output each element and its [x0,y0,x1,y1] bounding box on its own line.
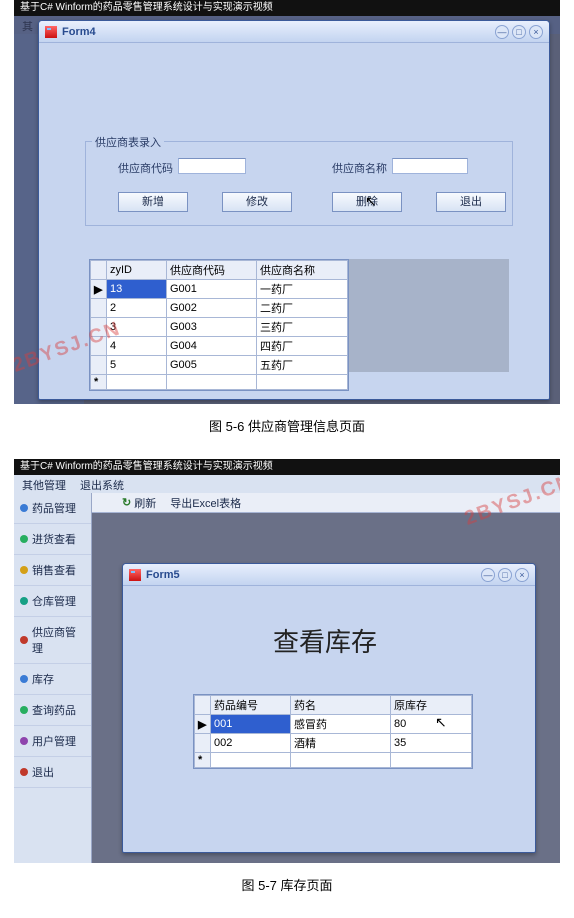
sidebar-item-label: 用户管理 [32,733,76,749]
export-excel-button[interactable]: 导出Excel表格 [170,495,241,511]
col-drug-id[interactable]: 药品编号 [211,696,291,715]
grid-empty-area [349,259,509,372]
sidebar-item-icon [20,706,28,714]
sidebar-item[interactable]: 退出 [14,757,91,788]
groupbox-title: 供应商表录入 [92,134,164,150]
grid-header-row: 药品编号 药名 原库存 [195,696,472,715]
minimize-button[interactable]: — [481,568,495,582]
new-row[interactable]: * [195,753,472,768]
menu-other[interactable]: 其他管理 [22,477,66,491]
sidebar-item-icon [20,636,28,644]
table-row[interactable]: 002酒精35 [195,734,472,753]
sidebar-item[interactable]: 仓库管理 [14,586,91,617]
refresh-icon: ↻ [122,496,131,509]
edit-button[interactable]: 修改 [222,192,292,212]
sidebar-item[interactable]: 供应商管理 [14,617,91,664]
sidebar-item-icon [20,535,28,543]
video-titlebar: 基于C# Winform的药品零售管理系统设计与实现演示视频 [14,0,560,16]
form5-title: Form5 [146,569,481,581]
refresh-button[interactable]: ↻ 刷新 [122,495,156,511]
supplier-entry-groupbox: 供应商表录入 供应商代码 供应商名称 新增 修改 删除 退出 [85,141,513,226]
sidebar-item-icon [20,597,28,605]
form5-titlebar[interactable]: Form5 — □ × [123,564,535,586]
new-row[interactable]: * [91,375,348,390]
table-row[interactable]: 2G002二药厂 [91,299,348,318]
sidebar-item-label: 供应商管理 [32,624,85,656]
sidebar-item-label: 仓库管理 [32,593,76,609]
col-supplier-name[interactable]: 供应商名称 [257,261,348,280]
close-button[interactable]: × [529,25,543,39]
col-drug-name[interactable]: 药名 [291,696,391,715]
form4-titlebar[interactable]: Form4 — □ × [39,21,549,43]
sidebar-item-label: 库存 [32,671,54,687]
figure2-caption: 图 5-7 库存页面 [0,863,574,908]
label-supplier-code: 供应商代码 [118,160,173,176]
sidebar-item-icon [20,675,28,683]
app-icon [45,26,57,38]
table-row[interactable]: 4G004四药厂 [91,337,348,356]
sidebar-item[interactable]: 查询药品 [14,695,91,726]
supplier-code-input[interactable] [178,158,246,174]
sidebar-item-label: 查询药品 [32,702,76,718]
form5-window: Form5 — □ × 查看库存 药品编号 药名 原库存 [122,563,536,853]
delete-button[interactable]: 删除 [332,192,402,212]
table-row[interactable]: ▶001感冒药80 [195,715,472,734]
sidebar-item[interactable]: 进货查看 [14,524,91,555]
minimize-button[interactable]: — [495,25,509,39]
form4-window: Form4 — □ × 供应商表录入 供应商代码 供应商名称 新增 修改 删除 … [38,20,550,400]
sidebar-item-label: 退出 [32,764,54,780]
page-heading: 查看库存 [273,622,377,659]
screenshot-2: 基于C# Winform的药品零售管理系统设计与实现演示视频 其他管理 退出系统… [14,459,560,863]
exit-button[interactable]: 退出 [436,192,506,212]
maximize-button[interactable]: □ [498,568,512,582]
main-menubar: 其他管理 退出系统 [14,475,560,493]
app-icon [129,569,141,581]
label-supplier-name: 供应商名称 [332,160,387,176]
supplier-name-input[interactable] [392,158,468,174]
menu-exit[interactable]: 退出系统 [80,477,124,491]
sidebar-item[interactable]: 药品管理 [14,493,91,524]
col-zyid[interactable]: zyID [107,261,167,280]
sidebar-item-icon [20,566,28,574]
sidebar-item-label: 进货查看 [32,531,76,547]
screenshot-1: 基于C# Winform的药品零售管理系统设计与实现演示视频 其 Form4 —… [14,0,560,404]
sidebar-item[interactable]: 销售查看 [14,555,91,586]
sidebar-item-label: 药品管理 [32,500,76,516]
form4-title: Form4 [62,26,495,38]
table-row[interactable]: 5G005五药厂 [91,356,348,375]
maximize-button[interactable]: □ [512,25,526,39]
sidebar-item[interactable]: 用户管理 [14,726,91,757]
content-toolbar: ↻ 刷新 导出Excel表格 [92,493,560,513]
stock-grid[interactable]: 药品编号 药名 原库存 ▶001感冒药80002酒精35* [193,694,473,769]
sidebar-item-icon [20,504,28,512]
add-button[interactable]: 新增 [118,192,188,212]
sidebar: 药品管理进货查看销售查看仓库管理供应商管理库存查询药品用户管理退出 [14,493,92,863]
table-row[interactable]: 3G003三药厂 [91,318,348,337]
video-titlebar: 基于C# Winform的药品零售管理系统设计与实现演示视频 [14,459,560,475]
sidebar-item-icon [20,737,28,745]
sidebar-item-icon [20,768,28,776]
grid-header-row: zyID 供应商代码 供应商名称 [91,261,348,280]
table-row[interactable]: ▶13G001一药厂 [91,280,348,299]
figure1-caption: 图 5-6 供应商管理信息页面 [0,404,574,449]
col-stock[interactable]: 原库存 [391,696,472,715]
refresh-label: 刷新 [134,495,156,511]
sidebar-item[interactable]: 库存 [14,664,91,695]
supplier-grid[interactable]: zyID 供应商代码 供应商名称 ▶13G001一药厂2G002二药厂3G003… [89,259,349,391]
col-supplier-code[interactable]: 供应商代码 [167,261,257,280]
sidebar-item-label: 销售查看 [32,562,76,578]
close-button[interactable]: × [515,568,529,582]
export-label: 导出Excel表格 [170,495,241,511]
